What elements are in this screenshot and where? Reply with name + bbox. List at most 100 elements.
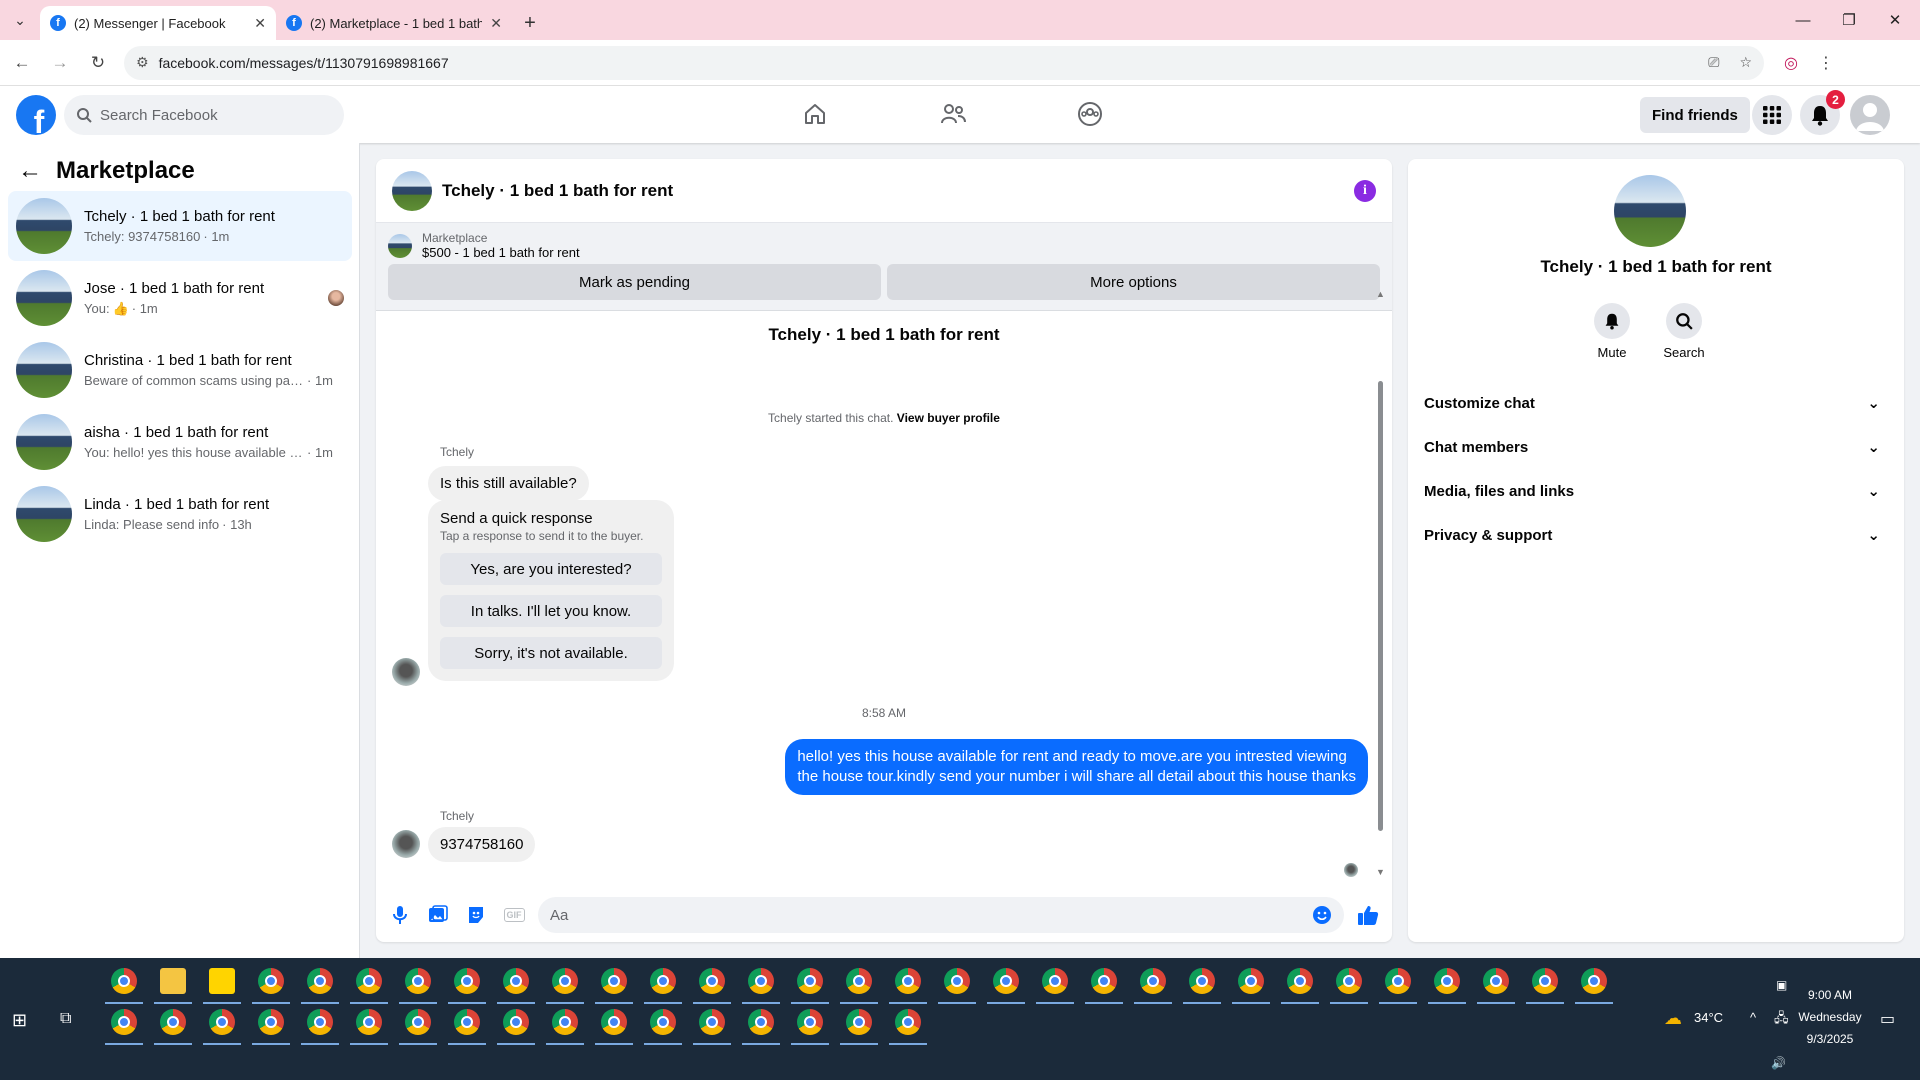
privacy-support-section[interactable]: Privacy & support ⌄ <box>1424 513 1888 557</box>
notification-center-icon[interactable]: ▭ <box>1880 1009 1895 1029</box>
chrome-app-icon[interactable] <box>1287 968 1313 994</box>
clock-time[interactable]: 9:00 AM <box>1800 988 1860 1002</box>
chrome-app-icon[interactable] <box>699 968 725 994</box>
conversation-item[interactable]: Jose · 1 bed 1 bath for rent You: 👍 · 1m <box>8 263 352 333</box>
more-options-button[interactable]: More options <box>887 264 1380 300</box>
chrome-app-icon[interactable] <box>503 1009 529 1035</box>
tray-chevron-icon[interactable]: ^ <box>1750 1010 1756 1025</box>
conversation-item[interactable]: Tchely · 1 bed 1 bath for rent Tchely: 9… <box>8 191 352 261</box>
groups-icon[interactable] <box>1070 94 1110 134</box>
chrome-app-icon[interactable] <box>797 968 823 994</box>
quick-reply-button[interactable]: Sorry, it's not available. <box>440 637 662 669</box>
chrome-app-icon[interactable] <box>111 1009 137 1035</box>
chat-members-section[interactable]: Chat members ⌄ <box>1424 425 1888 469</box>
clock-day[interactable]: Wednesday <box>1792 1010 1868 1024</box>
chrome-app-icon[interactable] <box>650 1009 676 1035</box>
message-input[interactable]: Aa <box>538 897 1344 933</box>
quick-reply-button[interactable]: In talks. I'll let you know. <box>440 595 662 627</box>
chrome-app-icon[interactable] <box>1042 968 1068 994</box>
quick-reply-button[interactable]: Yes, are you interested? <box>440 553 662 585</box>
volume-icon[interactable]: 🔊 <box>1771 1056 1786 1070</box>
install-app-icon[interactable]: ⎚ <box>1708 54 1719 71</box>
facebook-logo-icon[interactable]: f <box>16 95 56 135</box>
photo-icon[interactable] <box>424 901 452 929</box>
sender-avatar[interactable] <box>392 658 420 686</box>
chrome-app-icon[interactable] <box>503 968 529 994</box>
chat-header[interactable]: Tchely · 1 bed 1 bath for rent i <box>376 159 1392 223</box>
close-tab-icon[interactable]: ✕ <box>254 15 266 32</box>
chrome-app-icon[interactable] <box>993 968 1019 994</box>
clock-date[interactable]: 9/3/2025 <box>1800 1032 1860 1046</box>
chrome-app-icon[interactable] <box>1581 968 1607 994</box>
url-field[interactable]: ⚙ facebook.com/messages/t/11307916989816… <box>124 45 1764 80</box>
new-tab-button[interactable]: + <box>512 6 548 40</box>
chrome-app-icon[interactable] <box>944 968 970 994</box>
browser-menu-icon[interactable]: ⋮ <box>1818 53 1834 73</box>
find-friends-button[interactable]: Find friends <box>1640 97 1750 133</box>
chrome-app-icon[interactable] <box>748 1009 774 1035</box>
file-explorer-icon[interactable] <box>160 968 186 994</box>
conversation-item[interactable]: aisha · 1 bed 1 bath for rent You: hello… <box>8 407 352 477</box>
chrome-app-icon[interactable] <box>405 1009 431 1035</box>
network-icon[interactable]: 🖧 <box>1774 1009 1789 1031</box>
chrome-app-icon[interactable] <box>895 968 921 994</box>
sticker-icon[interactable] <box>462 901 490 929</box>
chrome-app-icon[interactable] <box>307 1009 333 1035</box>
site-info-icon[interactable]: ⚙ <box>136 54 149 71</box>
minimize-button[interactable]: — <box>1780 0 1826 40</box>
media-files-links-section[interactable]: Media, files and links ⌄ <box>1424 469 1888 513</box>
close-window-button[interactable]: ✕ <box>1872 0 1918 40</box>
chrome-app-icon[interactable] <box>748 968 774 994</box>
sticky-notes-icon[interactable] <box>209 968 235 994</box>
back-arrow-icon[interactable]: ← <box>18 157 42 185</box>
microphone-icon[interactable] <box>386 901 414 929</box>
outgoing-message[interactable]: hello! yes this house available for rent… <box>785 739 1368 795</box>
conversation-item[interactable]: Linda · 1 bed 1 bath for rent Linda: Ple… <box>8 479 352 549</box>
chrome-app-icon[interactable] <box>356 1009 382 1035</box>
incoming-message[interactable]: Is this still available? <box>428 466 589 501</box>
listing-price-title[interactable]: $500 - 1 bed 1 bath for rent <box>422 245 580 260</box>
scroll-up-icon[interactable]: ▲ <box>1376 289 1385 299</box>
chrome-app-icon[interactable] <box>895 1009 921 1035</box>
task-view-icon[interactable]: ⧉ <box>60 1010 71 1028</box>
customize-chat-section[interactable]: Customize chat ⌄ <box>1424 381 1888 425</box>
chrome-app-icon[interactable] <box>797 1009 823 1035</box>
chrome-app-icon[interactable] <box>1140 968 1166 994</box>
chrome-app-icon[interactable] <box>1483 968 1509 994</box>
chrome-app-icon[interactable] <box>846 968 872 994</box>
restore-button[interactable]: ❐ <box>1826 0 1872 40</box>
chrome-app-icon[interactable] <box>699 1009 725 1035</box>
scrollbar-thumb[interactable] <box>1378 381 1383 831</box>
chrome-app-icon[interactable] <box>160 1009 186 1035</box>
search-input[interactable]: Search Facebook <box>64 95 344 135</box>
chrome-app-icon[interactable] <box>307 968 333 994</box>
back-button[interactable]: ← <box>6 47 38 79</box>
browser-tab-messenger[interactable]: f (2) Messenger | Facebook ✕ <box>40 6 276 40</box>
chat-scrollbar[interactable]: ▲ ▼ <box>1376 289 1385 879</box>
chrome-app-icon[interactable] <box>1238 968 1264 994</box>
profile-icon[interactable]: ◎ <box>1784 53 1798 73</box>
browser-tab-marketplace[interactable]: f (2) Marketplace - 1 bed 1 bath f ✕ <box>276 6 512 40</box>
sender-avatar[interactable] <box>392 830 420 858</box>
scroll-down-icon[interactable]: ▼ <box>1376 867 1385 877</box>
chrome-app-icon[interactable] <box>405 968 431 994</box>
search-conversation-button[interactable]: Search <box>1654 303 1714 360</box>
chrome-app-icon[interactable] <box>1532 968 1558 994</box>
friends-icon[interactable] <box>933 94 973 134</box>
chrome-app-icon[interactable] <box>1189 968 1215 994</box>
close-tab-icon[interactable]: ✕ <box>490 15 502 32</box>
reload-button[interactable]: ↻ <box>82 47 114 79</box>
chrome-app-icon[interactable] <box>650 968 676 994</box>
chrome-app-icon[interactable] <box>1336 968 1362 994</box>
chrome-app-icon[interactable] <box>454 968 480 994</box>
chrome-app-icon[interactable] <box>454 1009 480 1035</box>
chrome-app-icon[interactable] <box>601 968 627 994</box>
emoji-icon[interactable] <box>1312 905 1332 925</box>
chrome-app-icon[interactable] <box>1434 968 1460 994</box>
mark-as-pending-button[interactable]: Mark as pending <box>388 264 881 300</box>
bookmark-star-icon[interactable]: ☆ <box>1739 54 1752 71</box>
tab-search-button[interactable]: ⌄ <box>0 0 40 40</box>
like-thumb-icon[interactable] <box>1354 901 1382 929</box>
chrome-app-icon[interactable] <box>552 968 578 994</box>
chrome-app-icon[interactable] <box>601 1009 627 1035</box>
